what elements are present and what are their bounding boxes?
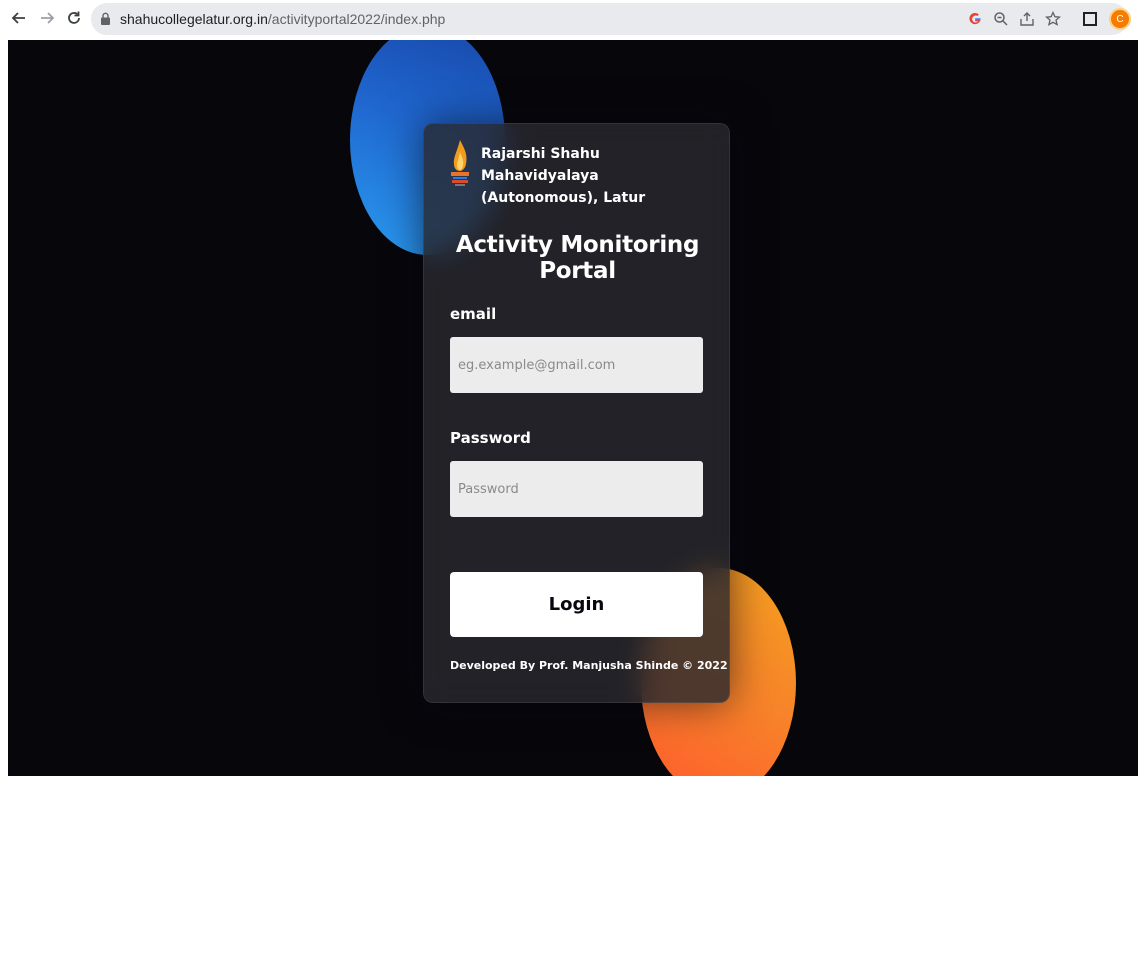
- password-input[interactable]: [450, 461, 703, 517]
- college-name-line2: (Autonomous), Latur: [481, 190, 646, 206]
- back-icon[interactable]: [8, 7, 30, 29]
- url-text: shahucollegelatur.org.in/activityportal2…: [120, 11, 446, 27]
- login-button[interactable]: Login: [450, 572, 703, 637]
- portal-title: Activity Monitoring Portal: [455, 232, 700, 284]
- google-icon[interactable]: [965, 9, 985, 29]
- address-bar[interactable]: shahucollegelatur.org.in/activityportal2…: [91, 3, 1128, 35]
- zoom-icon[interactable]: [991, 9, 1011, 29]
- login-card: Rajarshi Shahu Mahavidyalaya (Autonomous…: [423, 123, 730, 703]
- college-logo-icon: [451, 140, 469, 186]
- side-panel-icon[interactable]: [1080, 9, 1100, 29]
- college-name: Rajarshi Shahu Mahavidyalaya (Autonomous…: [481, 143, 721, 209]
- browser-toolbar: shahucollegelatur.org.in/activityportal2…: [0, 0, 1138, 38]
- bookmark-star-icon[interactable]: [1043, 9, 1063, 29]
- college-name-line1: Rajarshi Shahu Mahavidyalaya: [481, 146, 600, 184]
- developer-credit: Developed By Prof. Manjusha Shinde © 202…: [450, 659, 728, 672]
- password-label: Password: [450, 429, 531, 447]
- lock-icon: [101, 12, 110, 25]
- share-icon[interactable]: [1017, 9, 1037, 29]
- email-label: email: [450, 305, 497, 323]
- profile-avatar[interactable]: C: [1109, 8, 1131, 30]
- forward-icon[interactable]: [36, 7, 58, 29]
- email-input[interactable]: [450, 337, 703, 393]
- page-viewport: Rajarshi Shahu Mahavidyalaya (Autonomous…: [8, 40, 1138, 776]
- reload-icon[interactable]: [63, 7, 85, 29]
